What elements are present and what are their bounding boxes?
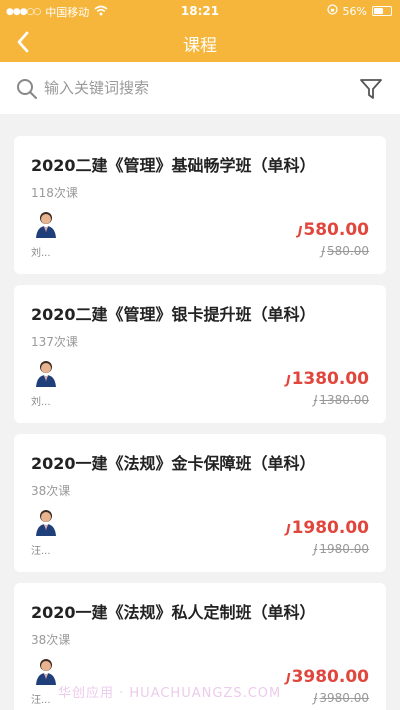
search-bar — [0, 62, 400, 114]
battery-fill — [374, 8, 383, 14]
currency-symbol: J — [313, 691, 318, 705]
battery-percent: 56% — [342, 4, 367, 18]
currency-symbol: J — [313, 542, 318, 556]
course-price: J1380.00 — [286, 369, 369, 389]
status-right: 56% — [326, 4, 392, 18]
course-price: J580.00 — [298, 220, 369, 240]
currency-symbol: J — [297, 224, 303, 238]
currency-symbol: J — [286, 671, 291, 685]
orientation-lock-icon — [326, 4, 338, 18]
currency-symbol: J — [286, 373, 291, 387]
currency-symbol: J — [313, 393, 318, 407]
course-price: J1980.00 — [286, 518, 369, 538]
price-value: 580.00 — [303, 220, 369, 240]
teacher-name: 汪... — [31, 546, 51, 557]
course-title: 2020二建《管理》基础畅学班（单科） — [31, 156, 316, 175]
status-bar: ●●●○○ 中国移动 18:21 56% — [0, 0, 400, 22]
original-price-value: 580.00 — [327, 244, 369, 258]
currency-symbol: J — [286, 522, 291, 536]
filter-button[interactable] — [358, 76, 384, 102]
course-title: 2020二建《管理》银卡提升班（单科） — [31, 305, 316, 324]
original-price-value: 3980.00 — [319, 691, 369, 705]
original-price: J 1980.00 — [314, 542, 369, 556]
page-title: 课程 — [183, 36, 217, 56]
teacher-avatar — [34, 359, 58, 387]
course-title: 2020一建《法规》金卡保障班（单科） — [31, 454, 316, 473]
teacher-avatar — [34, 657, 58, 685]
original-price: J 3980.00 — [314, 691, 369, 705]
price-value: 1980.00 — [291, 518, 369, 538]
currency-symbol: J — [321, 244, 325, 258]
price-value: 3980.00 — [291, 667, 369, 687]
course-card[interactable]: 2020二建《管理》基础畅学班（单科） 118次课 刘... J580.00 J 580.… — [14, 136, 386, 274]
lesson-count: 38次课 — [31, 633, 71, 647]
navbar: 课程 — [0, 22, 400, 62]
lesson-count: 38次课 — [31, 484, 71, 498]
search-input[interactable] — [44, 76, 344, 100]
lesson-count: 118次课 — [31, 186, 78, 200]
teacher-avatar — [34, 210, 58, 238]
original-price: J 580.00 — [321, 244, 369, 258]
course-card[interactable]: 2020一建《法规》金卡保障班（单科） 38次课 汪... J1980.00 J 1980… — [14, 434, 386, 572]
watermark: 华创应用 · HUACHUANGZS.COM — [58, 686, 282, 701]
search-icon — [16, 78, 38, 100]
original-price: J 1380.00 — [314, 393, 369, 407]
original-price-value: 1980.00 — [319, 542, 369, 556]
course-title: 2020一建《法规》私人定制班（单科） — [31, 603, 316, 622]
original-price-value: 1380.00 — [319, 393, 369, 407]
teacher-name: 汪... — [31, 695, 51, 706]
course-list: 2020二建《管理》基础畅学班（单科） 118次课 刘... J580.00 J 580.… — [14, 136, 386, 710]
battery-icon — [372, 6, 392, 16]
course-price: J3980.00 — [286, 667, 369, 687]
header: ●●●○○ 中国移动 18:21 56% 课程 — [0, 0, 400, 62]
filter-icon — [360, 79, 382, 99]
teacher-name: 刘... — [31, 397, 51, 408]
price-value: 1380.00 — [291, 369, 369, 389]
lesson-count: 137次课 — [31, 335, 78, 349]
course-card[interactable]: 2020二建《管理》银卡提升班（单科） 137次课 刘... J1380.00 J 138… — [14, 285, 386, 423]
teacher-name: 刘... — [31, 248, 51, 259]
teacher-avatar — [34, 508, 58, 536]
